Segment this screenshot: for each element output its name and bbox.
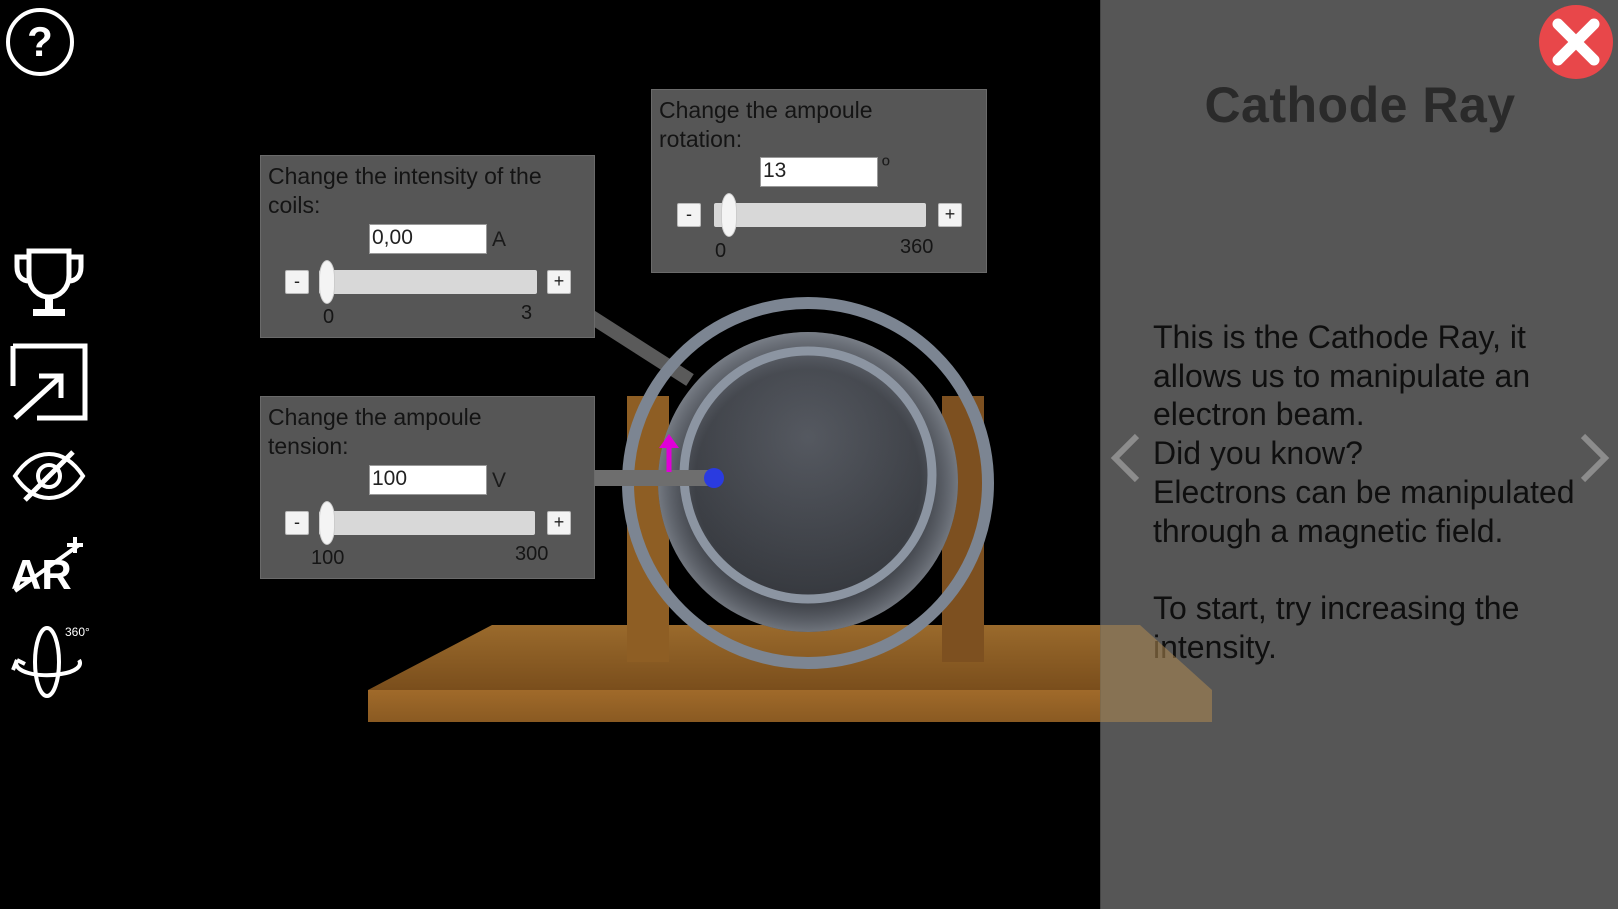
ampoule-tension-input[interactable]: 100 [369,465,487,495]
ampoule-rotation-min: 0 [715,240,727,262]
ampoule-tension-max: 300 [515,543,549,565]
info-description: This is the Cathode Ray, it allows us to… [1153,319,1575,665]
wooden-base-overlay [1100,625,1212,722]
coils-intensity-panel: Change the intensity of the coils: 0,00 … [260,155,595,338]
electron-dot [704,468,724,488]
coils-intensity-slider[interactable] [319,270,537,294]
ampoule-rotation-decrease-button[interactable]: - [677,203,701,227]
coils-intensity-slider-handle[interactable] [319,260,335,304]
previous-page-button[interactable] [1105,430,1145,486]
info-heading: Cathode Ray [1204,77,1516,133]
ampoule-tension-increase-button[interactable]: + [547,511,571,535]
info-panel: Cathode Ray This is the Cathode Ray, it … [1100,0,1618,909]
ampoule-tension-slider-handle[interactable] [319,501,335,545]
ampoule-rotation-max: 360 [900,236,934,258]
ampoule-rotation-title: Change the ampoule rotation: [659,97,873,152]
ampoule-tension-slider[interactable] [319,511,535,535]
coils-intensity-input[interactable]: 0,00 [369,224,487,254]
ampoule-tension-title: Change the ampoule tension: [268,404,482,459]
chevron-left-icon [1110,433,1140,483]
ampoule-rotation-panel: Change the ampoule rotation: 13 º - + 0 … [651,89,987,273]
close-icon [1539,5,1613,79]
ampoule-tension-min: 100 [311,547,345,569]
next-page-button[interactable] [1575,430,1615,486]
ampoule-rotation-slider-handle[interactable] [721,193,738,237]
coils-intensity-title: Change the intensity of the coils: [268,163,542,218]
ampoule-tension-decrease-button[interactable]: - [285,511,309,535]
ampoule-rotation-slider[interactable] [714,203,926,227]
coils-intensity-decrease-button[interactable]: - [285,270,309,294]
chevron-right-icon [1580,433,1610,483]
close-button[interactable] [1538,4,1614,80]
wooden-base-front [368,690,1212,722]
coils-intensity-increase-button[interactable]: + [547,270,571,294]
coils-intensity-min: 0 [323,306,335,328]
electron-gun [592,470,710,486]
coils-intensity-unit: A [492,228,507,251]
coils-intensity-max: 3 [521,302,533,324]
ampoule-rotation-increase-button[interactable]: + [938,203,962,227]
ampoule-rotation-input[interactable]: 13 [760,157,878,187]
ampoule-tension-panel: Change the ampoule tension: 100 V - + 10… [260,396,595,579]
ampoule-rotation-unit: º [882,154,890,177]
ampoule-tension-unit: V [492,469,507,492]
